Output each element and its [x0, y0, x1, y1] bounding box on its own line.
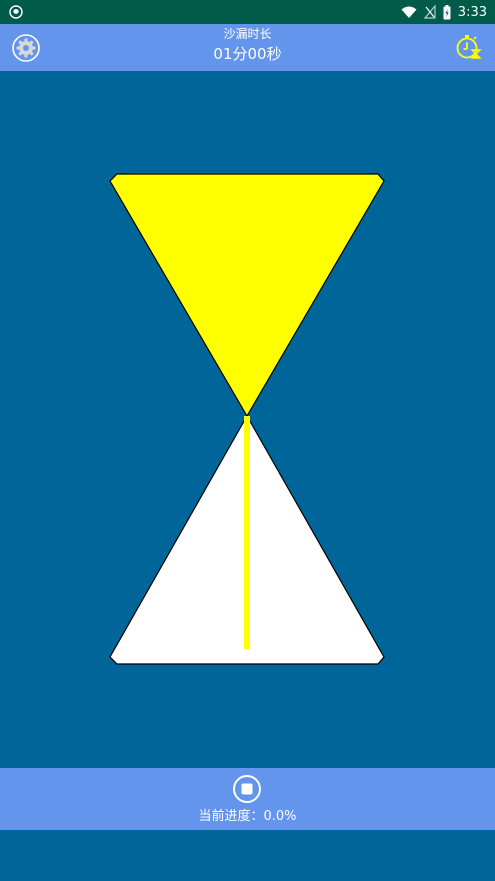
duration-label: 沙漏时长: [223, 27, 272, 41]
sand-stream: [244, 416, 250, 649]
status-icons: 3:33: [401, 0, 487, 24]
shield-icon: [9, 5, 23, 19]
stop-icon[interactable]: [232, 774, 262, 804]
hourglass-top-sand: [109, 173, 385, 418]
status-time: 3:33: [457, 4, 487, 20]
hourglass-area: [0, 71, 495, 768]
duration-title: 沙漏时长 01分00秒: [0, 24, 495, 71]
bottom-bar: 当前进度：0.0%: [0, 768, 495, 830]
duration-value[interactable]: 01分00秒: [0, 44, 495, 64]
timer-icon[interactable]: [455, 33, 483, 61]
wifi-icon: [401, 6, 417, 18]
battery-icon: [443, 4, 451, 19]
signal-icon: [423, 5, 436, 19]
top-bar: 沙漏时长 01分00秒: [0, 24, 495, 71]
hourglass: [109, 173, 385, 665]
progress-text: 当前进度：0.0%: [198, 809, 297, 824]
gear-icon[interactable]: [12, 34, 40, 62]
status-bar: 3:33: [0, 0, 495, 24]
